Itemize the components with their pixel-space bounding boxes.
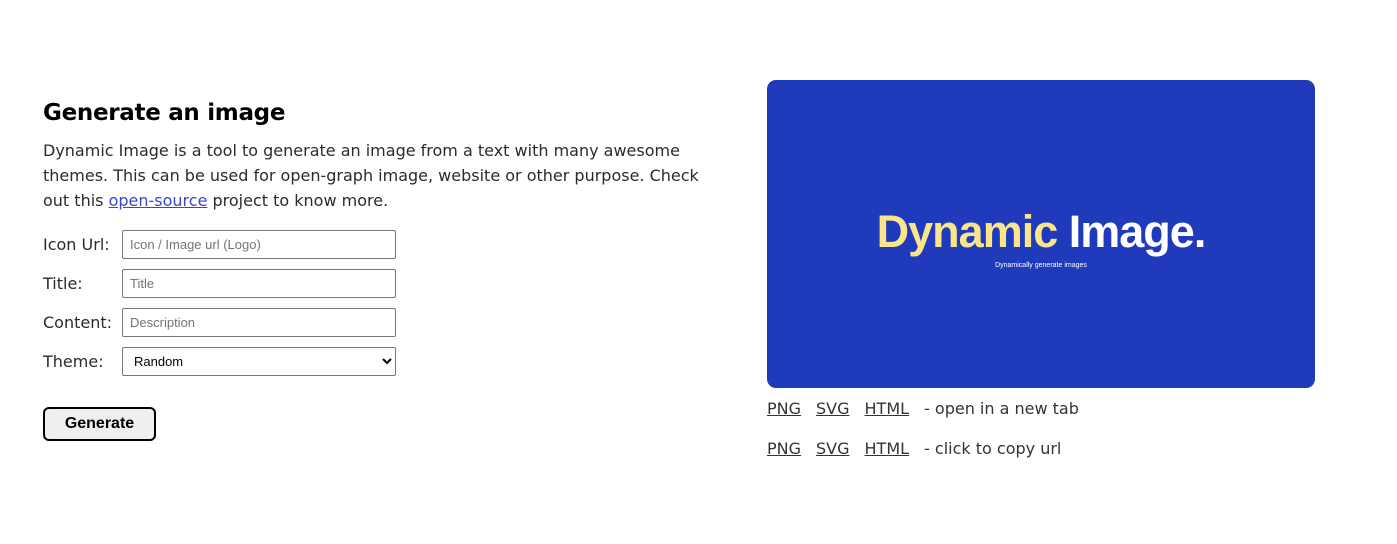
content-row: Content: — [43, 307, 703, 337]
generate-button[interactable]: Generate — [43, 407, 156, 441]
open-svg-link[interactable]: SVG — [816, 399, 850, 418]
content-label: Content: — [43, 312, 113, 332]
preview-image: Dynamic Image. Dynamically generate imag… — [767, 80, 1315, 388]
preview-subtitle: Dynamically generate images — [995, 261, 1087, 269]
preview-title: Dynamic Image. — [876, 205, 1207, 258]
open-png-link[interactable]: PNG — [767, 399, 801, 418]
description-text-after: project to know more. — [207, 191, 389, 210]
open-hint: - open in a new tab — [924, 398, 1079, 418]
content-input[interactable] — [122, 307, 396, 337]
icon-url-label: Icon Url: — [43, 234, 110, 254]
open-html-link[interactable]: HTML — [865, 399, 910, 418]
copy-hint: - click to copy url — [924, 438, 1062, 458]
copy-html-link[interactable]: HTML — [865, 439, 910, 458]
theme-row: Theme: Random — [43, 346, 703, 376]
title-label: Title: — [43, 273, 83, 293]
preview-title-accent: Dynamic — [876, 205, 1059, 257]
copy-links-row: PNG SVG HTML - click to copy url — [767, 428, 1315, 468]
preview-title-main: Image. — [1068, 205, 1207, 257]
copy-svg-link[interactable]: SVG — [816, 439, 850, 458]
preview-panel: Dynamic Image. Dynamically generate imag… — [767, 80, 1315, 468]
page-title: Generate an image — [43, 100, 286, 126]
theme-label: Theme: — [43, 351, 104, 371]
title-row: Title: — [43, 268, 703, 298]
generator-panel: Generate an image Dynamic Image is a too… — [43, 96, 703, 441]
generate-form: Icon Url: Title: Content: Theme: Random … — [43, 229, 703, 441]
copy-png-link[interactable]: PNG — [767, 439, 801, 458]
icon-url-row: Icon Url: — [43, 229, 703, 259]
title-input[interactable] — [122, 268, 396, 298]
icon-url-input[interactable] — [122, 229, 396, 259]
open-source-link[interactable]: open-source — [109, 191, 208, 210]
page-description: Dynamic Image is a tool to generate an i… — [43, 138, 703, 213]
theme-select[interactable]: Random — [122, 346, 396, 376]
open-links-row: PNG SVG HTML - open in a new tab — [767, 388, 1315, 428]
